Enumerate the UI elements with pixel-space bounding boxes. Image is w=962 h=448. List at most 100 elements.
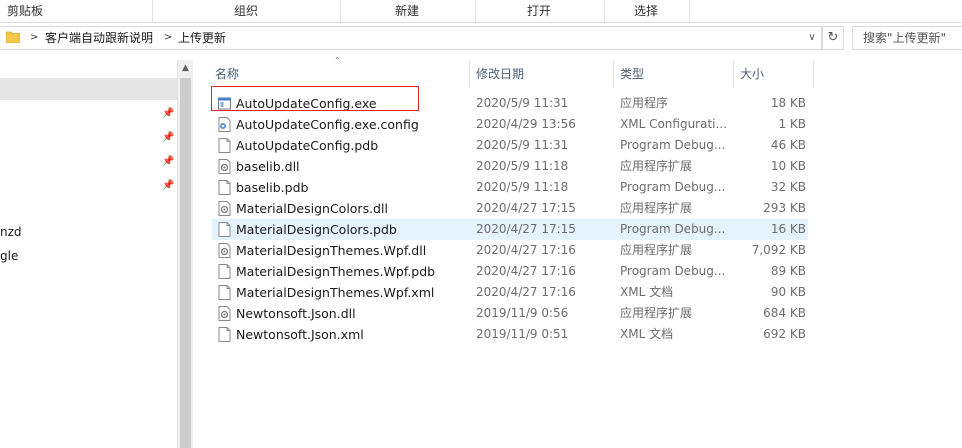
nav-item-selected[interactable]	[0, 78, 177, 100]
file-row[interactable]: AutoUpdateConfig.pdb 2020/5/9 11:31 Progra…	[212, 135, 808, 156]
file-type: 应用程序扩展	[620, 201, 693, 215]
file-name: Newtonsoft.Json.dll	[236, 306, 356, 321]
column-header-size[interactable]: 大小	[740, 60, 764, 88]
breadcrumb-item[interactable]: 客户端自动跟新说明	[45, 27, 153, 49]
nav-scrollbar[interactable]: ▲	[177, 60, 193, 448]
file-name: MaterialDesignColors.dll	[236, 201, 388, 216]
sort-ascending-icon: ⌃	[334, 56, 341, 65]
column-divider[interactable]	[613, 60, 614, 88]
file-name: MaterialDesignColors.pdb	[236, 222, 397, 237]
file-icon	[218, 285, 231, 300]
ribbon-group-new: 新建	[394, 4, 419, 18]
pin-icon[interactable]: 📌	[162, 156, 174, 168]
file-size: 90 KB	[770, 285, 806, 299]
file-icon	[218, 138, 231, 153]
dll-icon	[218, 159, 231, 174]
file-modified-date: 2020/5/9 11:31	[476, 96, 569, 110]
file-row[interactable]: Newtonsoft.Json.dll 2019/11/9 0:56 应用程序扩展 6…	[212, 303, 808, 324]
file-name: MaterialDesignThemes.Wpf.xml	[236, 285, 435, 300]
file-icon	[218, 222, 231, 237]
file-modified-date: 2020/4/27 17:15	[476, 201, 576, 215]
file-type: 应用程序扩展	[620, 243, 693, 257]
file-name: baselib.dll	[236, 159, 300, 174]
breadcrumb-chevron-icon[interactable]: >	[164, 27, 172, 49]
file-name: MaterialDesignThemes.Wpf.dll	[236, 243, 427, 258]
scroll-thumb[interactable]	[180, 78, 191, 448]
file-modified-date: 2020/5/9 11:18	[476, 180, 569, 194]
file-row[interactable]: MaterialDesignThemes.Wpf.dll 2020/4/27 17…	[212, 240, 808, 261]
breadcrumb-item-current[interactable]: 上传更新	[178, 27, 226, 49]
file-modified-date: 2020/5/9 11:18	[476, 159, 569, 173]
scroll-up-icon[interactable]: ▲	[178, 62, 193, 74]
pin-icon[interactable]: 📌	[162, 180, 174, 192]
file-modified-date: 2020/5/9 11:31	[476, 138, 569, 152]
search-input[interactable]: 搜索"上传更新"	[852, 26, 962, 50]
file-name: AutoUpdateConfig.exe.config	[236, 117, 419, 132]
file-type: XML 文档	[620, 327, 674, 341]
file-type: 应用程序扩展	[620, 306, 693, 320]
column-divider[interactable]	[469, 60, 470, 88]
file-name: AutoUpdateConfig.exe	[236, 96, 377, 111]
refresh-icon: ↻	[827, 30, 839, 45]
file-size: 46 KB	[770, 138, 806, 152]
breadcrumb-chevron-icon[interactable]: >	[30, 27, 38, 49]
file-size: 32 KB	[770, 180, 806, 194]
navigation-pane: 📌 📌 📌 📌 nzd gle	[0, 60, 177, 448]
file-size: 1 KB	[778, 117, 806, 131]
file-type: XML Configurati...	[620, 117, 727, 131]
ribbon-group-labels: 剪贴板 组织 新建 打开 选择	[0, 0, 962, 23]
ribbon-group-clipboard: 剪贴板	[6, 4, 43, 18]
column-divider[interactable]	[733, 60, 734, 88]
address-dropdown-chevron-icon[interactable]: ∨	[805, 30, 819, 46]
file-row[interactable]: MaterialDesignThemes.Wpf.xml 2020/4/27 17…	[212, 282, 808, 303]
file-row[interactable]: Newtonsoft.Json.xml 2019/11/9 0:51 XML 文档 6…	[212, 324, 808, 345]
exe-icon	[218, 96, 231, 111]
file-row[interactable]: MaterialDesignThemes.Wpf.pdb 2020/4/27 17…	[212, 261, 808, 282]
ribbon-divider	[689, 0, 690, 22]
file-modified-date: 2019/11/9 0:56	[476, 306, 569, 320]
file-row[interactable]: baselib.pdb 2020/5/9 11:18 Program Debug..…	[212, 177, 808, 198]
folder-icon	[6, 31, 20, 43]
file-row[interactable]: AutoUpdateConfig.exe.config 2020/4/29 13:…	[212, 114, 808, 135]
dll-icon	[218, 201, 231, 216]
column-divider[interactable]	[813, 60, 814, 88]
file-type: 应用程序扩展	[620, 159, 693, 173]
file-size: 684 KB	[763, 306, 806, 320]
pin-icon[interactable]: 📌	[162, 132, 174, 144]
ribbon-group-select: 选择	[633, 4, 658, 18]
file-icon	[218, 264, 231, 279]
file-modified-date: 2019/11/9 0:51	[476, 327, 569, 341]
address-bar[interactable]: > 客户端自动跟新说明 > 上传更新 ∨	[0, 26, 822, 50]
file-row[interactable]: baselib.dll 2020/5/9 11:18 应用程序扩展 10 KB	[212, 156, 808, 177]
file-icon	[218, 180, 231, 195]
file-name: Newtonsoft.Json.xml	[236, 327, 364, 342]
file-type: Program Debug...	[620, 180, 726, 194]
file-size: 16 KB	[770, 222, 806, 236]
refresh-button[interactable]: ↻	[822, 26, 844, 50]
file-icon	[218, 327, 231, 342]
file-row[interactable]: MaterialDesignColors.pdb 2020/4/27 17:15 P…	[212, 219, 808, 240]
file-name: AutoUpdateConfig.pdb	[236, 138, 379, 153]
file-row[interactable]: MaterialDesignColors.dll 2020/4/27 17:15 应…	[212, 198, 808, 219]
file-type: 应用程序	[620, 96, 669, 110]
file-modified-date: 2020/4/27 17:16	[476, 243, 576, 257]
nav-item-label[interactable]: gle	[0, 247, 18, 265]
file-modified-date: 2020/4/27 17:16	[476, 264, 576, 278]
column-header-type[interactable]: 类型	[620, 60, 644, 88]
file-name: baselib.pdb	[236, 180, 309, 195]
nav-item-label[interactable]: nzd	[0, 223, 22, 241]
config-icon	[218, 117, 231, 132]
file-modified-date: 2020/4/29 13:56	[476, 117, 576, 131]
pin-icon[interactable]: 📌	[162, 108, 174, 120]
column-header-name[interactable]: 名称	[215, 60, 239, 88]
file-type: Program Debug...	[620, 222, 726, 236]
column-header-date[interactable]: 修改日期	[476, 60, 524, 88]
ribbon-group-open: 打开	[526, 4, 551, 18]
file-type: Program Debug...	[620, 264, 726, 278]
file-size: 7,092 KB	[751, 243, 806, 257]
file-row[interactable]: AutoUpdateConfig.exe 2020/5/9 11:31 应用程序 18…	[212, 93, 808, 114]
file-type: XML 文档	[620, 285, 674, 299]
file-size: 293 KB	[763, 201, 806, 215]
file-modified-date: 2020/4/27 17:15	[476, 222, 576, 236]
file-name: MaterialDesignThemes.Wpf.pdb	[236, 264, 436, 279]
